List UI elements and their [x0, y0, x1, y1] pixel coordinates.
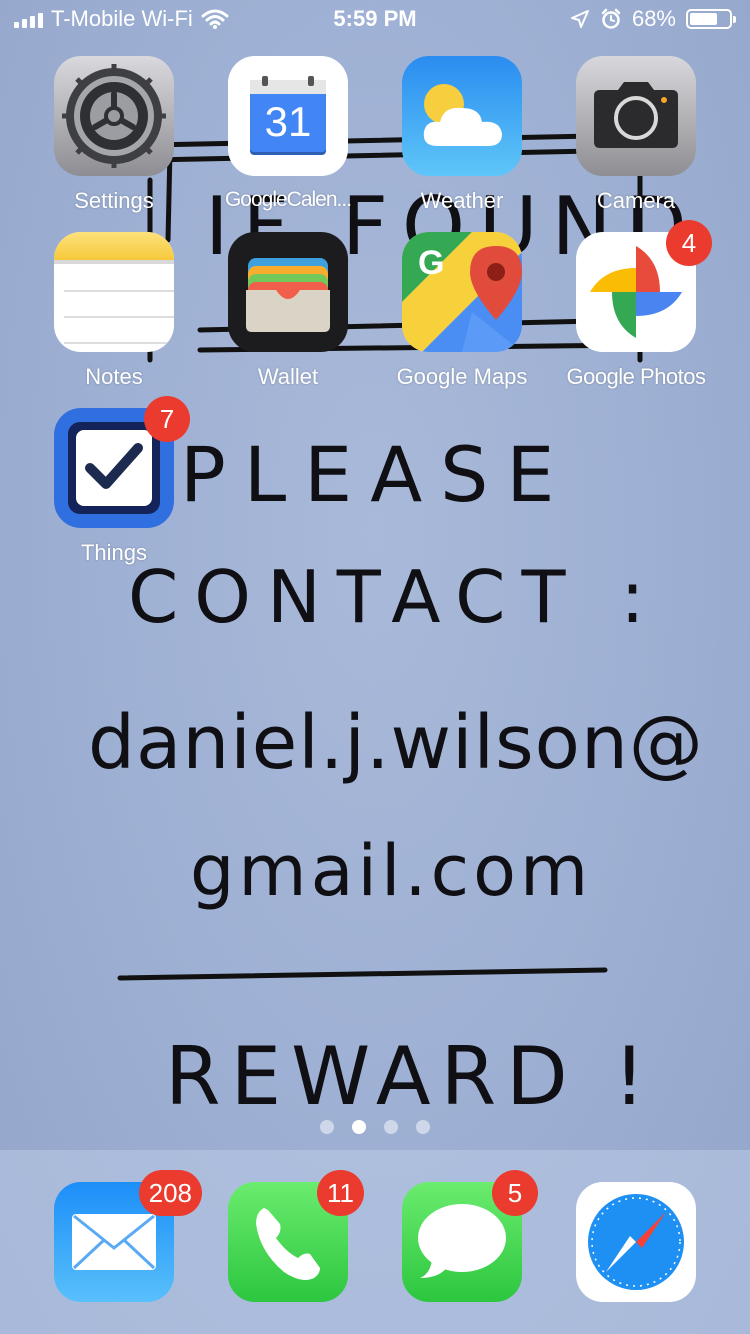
calendar-day: 31 [264, 98, 312, 145]
page-dot[interactable] [416, 1120, 430, 1134]
notes-icon [54, 232, 174, 352]
dock-app-safari[interactable] [566, 1182, 706, 1302]
wallpaper-text-email-2: gmail.com [190, 830, 593, 912]
weather-icon [402, 56, 522, 176]
notification-badge: 208 [138, 1170, 202, 1216]
app-settings[interactable]: Settings [44, 56, 184, 214]
wallpaper-text-please: PLEASE [180, 430, 573, 519]
app-label: Notes [85, 364, 143, 389]
wallpaper-text-reward: REWARD ! [165, 1030, 656, 1123]
svg-text:G: G [418, 244, 444, 282]
page-indicator[interactable] [0, 1120, 750, 1134]
app-label: Settings [74, 188, 154, 213]
status-bar: T-Mobile Wi-Fi 5:59 PM 68% [0, 0, 750, 40]
wallpaper-text-email-1: daniel.j.wilson@ [88, 700, 704, 786]
app-wallet[interactable]: Wallet [218, 232, 358, 390]
camera-icon [576, 56, 696, 176]
calendar-icon: 31 [228, 56, 348, 176]
home-screen: IF FOUND PLEASE CONTACT : daniel.j.wilso… [0, 0, 750, 1334]
app-google-maps[interactable]: G Google Maps [392, 232, 532, 390]
page-dot[interactable] [384, 1120, 398, 1134]
app-label: Wallet [257, 364, 319, 389]
dock-app-mail[interactable]: 208 [44, 1170, 202, 1302]
app-label: Things [80, 540, 148, 565]
compass-icon [576, 1182, 696, 1302]
app-weather[interactable]: Weather [392, 56, 532, 214]
maps-icon: G [402, 232, 522, 352]
wallet-icon [228, 232, 348, 352]
app-label: Weather [420, 188, 504, 213]
notification-badge: 11 [317, 1170, 364, 1216]
page-dot[interactable] [320, 1120, 334, 1134]
app-label: Google Maps [396, 364, 528, 389]
alarm-icon [601, 8, 621, 29]
app-notes[interactable]: Notes [44, 232, 184, 390]
notification-badge: 4 [666, 220, 712, 266]
dock-app-phone[interactable]: 11 [218, 1170, 364, 1302]
wallpaper-text-contact: CONTACT : [128, 555, 661, 639]
notification-badge: 5 [492, 1170, 538, 1216]
app-camera[interactable]: Camera [566, 56, 706, 214]
app-label: Camera [596, 188, 676, 213]
battery-icon [686, 9, 736, 29]
dock-app-messages[interactable]: 5 [392, 1170, 538, 1302]
gear-icon [54, 56, 174, 176]
app-label: GoogleCalen... [224, 188, 352, 211]
location-arrow-icon [570, 10, 589, 28]
app-label: Google Photos [566, 364, 706, 389]
app-google-photos[interactable]: 4 Google Photos [566, 220, 712, 390]
battery-percent: 68% [631, 6, 676, 31]
app-google-calendar[interactable]: 31 GoogleCalen... [218, 56, 358, 212]
app-things[interactable]: 7 Things [44, 396, 190, 566]
notification-badge: 7 [144, 396, 190, 442]
page-dot-active[interactable] [352, 1120, 366, 1134]
